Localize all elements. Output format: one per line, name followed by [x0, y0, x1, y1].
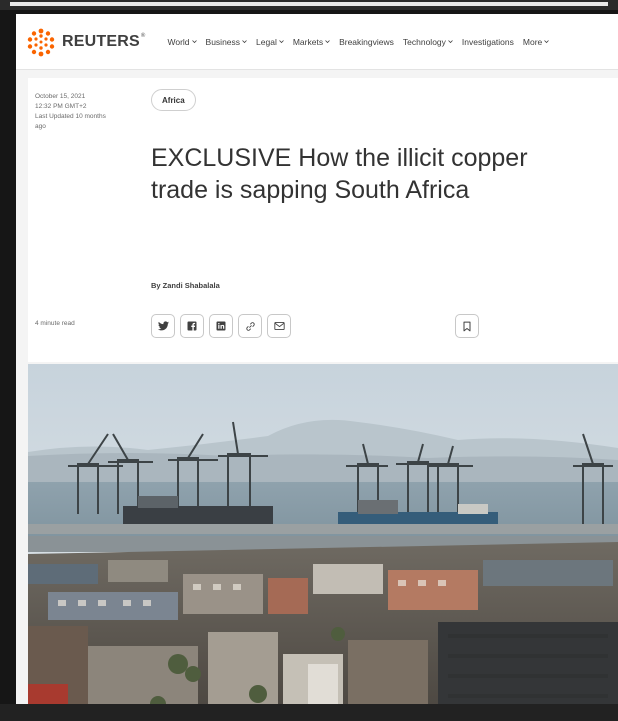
site-header: REUTERS® World Business Legal Markets Breaki…: [16, 14, 618, 70]
article-meta: October 15, 2021 12:32 PM GMT+2 Last Upd…: [35, 92, 135, 132]
share-twitter-button[interactable]: [151, 314, 175, 338]
read-time: 4 minute read: [35, 320, 75, 327]
nav-item-label: Business: [205, 36, 241, 47]
twitter-icon: [157, 321, 169, 331]
reuters-wordmark: REUTERS®: [62, 32, 146, 50]
chevron-down-icon: [448, 40, 453, 44]
bookmark-icon: [463, 321, 471, 331]
section-tag-africa[interactable]: Africa: [151, 89, 196, 111]
main-nav: World Business Legal Markets Breakingviews Te…: [167, 37, 558, 47]
last-updated: Last Updated 10 months: [35, 113, 106, 120]
chevron-down-icon: [325, 40, 330, 44]
browser-bottom-bar: [0, 704, 618, 721]
nav-item-more[interactable]: More: [522, 36, 550, 47]
nav-item-world[interactable]: World: [167, 36, 197, 47]
hero-image: [28, 364, 618, 718]
chevron-down-icon: [242, 40, 247, 44]
article-header-card: October 15, 2021 12:32 PM GMT+2 Last Upd…: [28, 78, 618, 362]
byline[interactable]: By Zandi Shabalala: [151, 281, 220, 290]
nav-item-label: More: [522, 36, 543, 47]
nav-item-business[interactable]: Business: [206, 37, 248, 47]
linkedin-icon: [216, 321, 226, 331]
copy-link-button[interactable]: [238, 314, 262, 338]
nav-item-breakingviews[interactable]: Breakingviews: [339, 37, 394, 47]
nav-item-investigations[interactable]: Investigations: [462, 37, 514, 47]
email-icon: [273, 321, 285, 331]
harbour-photo: [28, 364, 618, 718]
nav-item-legal[interactable]: Legal: [256, 37, 284, 47]
reuters-logo[interactable]: REUTERS®: [26, 22, 145, 62]
link-icon: [245, 321, 255, 331]
share-bar: [151, 314, 291, 338]
reuters-logo-icon: [27, 28, 55, 56]
nav-item-label: Investigations: [461, 36, 514, 47]
publish-date: October 15, 2021: [35, 93, 86, 100]
reuters-page: REUTERS® World Business Legal Markets Breaki…: [16, 14, 618, 718]
facebook-icon: [187, 321, 197, 331]
nav-item-label: Technology: [402, 36, 446, 47]
nav-item-label: World: [167, 36, 190, 47]
bookmark-button[interactable]: [455, 314, 479, 338]
nav-item-label: Breakingviews: [339, 36, 394, 47]
screenshot-frame: REUTERS® World Business Legal Markets Breaki…: [0, 0, 618, 721]
publish-time: 12:32 PM GMT+2: [35, 103, 87, 110]
nav-item-markets[interactable]: Markets: [293, 37, 330, 47]
browser-top-bar: [0, 0, 618, 10]
chevron-down-icon: [279, 40, 284, 44]
share-email-button[interactable]: [267, 314, 291, 338]
share-linkedin-button[interactable]: [209, 314, 233, 338]
last-updated-cont: ago: [35, 123, 46, 130]
chevron-down-icon: [544, 40, 550, 44]
share-facebook-button[interactable]: [180, 314, 204, 338]
nav-item-label: Markets: [292, 36, 324, 47]
chevron-down-icon: [191, 40, 197, 44]
nav-item-technology[interactable]: Technology: [403, 37, 453, 47]
nav-item-label: Legal: [256, 36, 277, 47]
article-headline: EXCLUSIVE How the illicit copper trade i…: [151, 144, 528, 204]
